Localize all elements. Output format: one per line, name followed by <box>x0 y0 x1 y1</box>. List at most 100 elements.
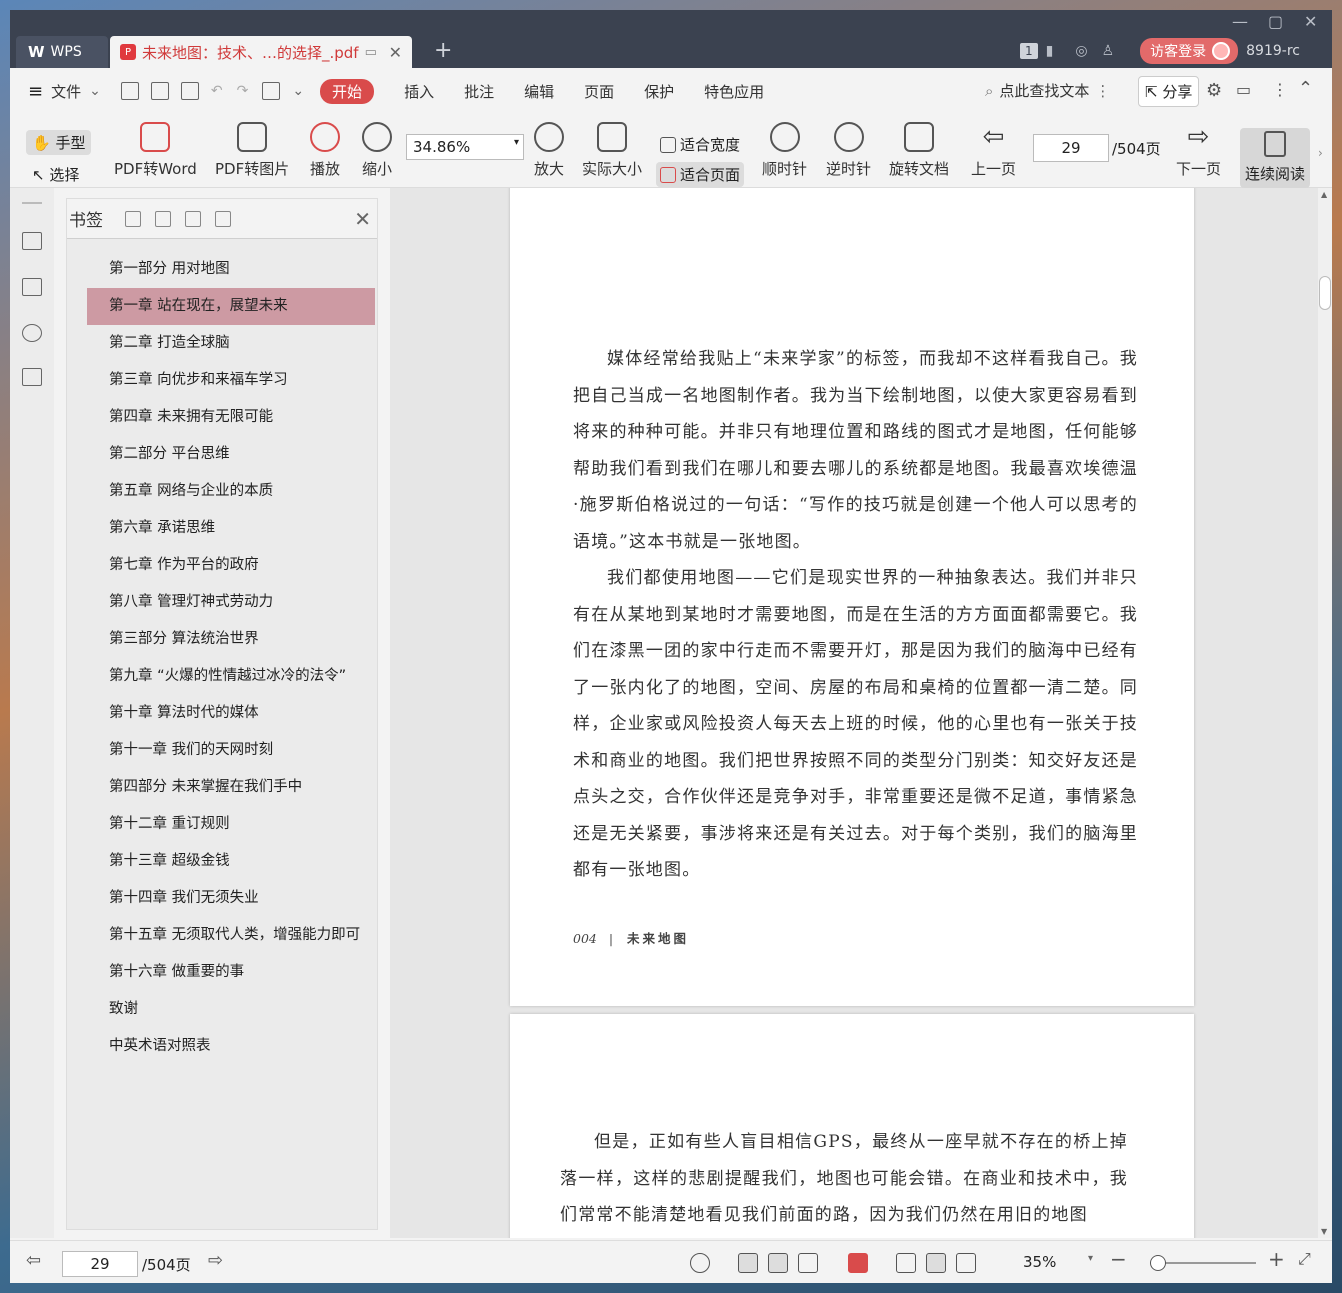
comment-icon[interactable]: ▭ <box>1236 80 1251 99</box>
status-page-input[interactable]: 29 <box>62 1251 138 1277</box>
fullscreen-icon[interactable]: ⤢ <box>1298 1249 1311 1269</box>
actual-size-icon[interactable] <box>896 1253 916 1273</box>
save-icon[interactable] <box>150 82 169 100</box>
share-button[interactable]: ⇱ 分享 <box>1138 76 1200 107</box>
export-image-icon[interactable] <box>262 82 281 100</box>
bookmark-item[interactable]: 第十二章 重订规则 <box>87 806 375 843</box>
tab-protect[interactable]: 保护 <box>644 81 674 102</box>
bookmark-item[interactable]: 第二部分 平台思维 <box>87 436 375 473</box>
bookmark-item[interactable]: 第一部分 用对地图 <box>87 251 375 288</box>
chevron-down-icon[interactable]: ▾ <box>514 137 519 148</box>
shirt-icon[interactable]: ♙ <box>1102 43 1115 59</box>
hamburger-icon[interactable]: ≡ <box>28 81 43 102</box>
tab-annotate[interactable]: 批注 <box>464 81 494 102</box>
bookmark-item[interactable]: 第一章 站在现在，展望未来 <box>87 288 375 325</box>
bookmark-item[interactable]: 第六章 承诺思维 <box>87 510 375 547</box>
guest-login-button[interactable]: 访客登录 <box>1140 38 1239 64</box>
tab-insert[interactable]: 插入 <box>404 81 434 102</box>
close-icon[interactable]: ✕ <box>354 207 371 231</box>
bookmark-list-icon[interactable] <box>22 232 42 250</box>
rotate-clockwise-button[interactable]: 顺时针 <box>762 122 807 179</box>
two-page-icon[interactable] <box>798 1253 818 1273</box>
undo-icon[interactable]: ↶ <box>211 83 223 99</box>
actual-size-button[interactable]: 实际大小 <box>582 122 642 179</box>
zoom-out-button[interactable]: 缩小 <box>362 122 392 179</box>
print-icon[interactable] <box>180 82 199 100</box>
open-folder-icon[interactable] <box>120 82 139 100</box>
next-page-button[interactable]: ⇨ 下一页 <box>1176 122 1221 179</box>
thumbnail-icon[interactable] <box>22 278 42 296</box>
zoom-in-icon[interactable]: + <box>1268 1247 1285 1271</box>
chevron-down-icon[interactable]: ⌄ <box>89 83 101 99</box>
bookmark-item[interactable]: 第十五章 无须取代人类，增强能力即可 <box>87 917 375 954</box>
sidebar-toggle-icon[interactable]: ▮ <box>1046 43 1054 59</box>
tab-page[interactable]: 页面 <box>584 81 614 102</box>
zoom-out-icon[interactable]: − <box>1110 1247 1127 1271</box>
document-tab[interactable]: P 未来地图：技术、…的选择_.pdf ▭ ✕ <box>110 36 412 68</box>
bookmark-item[interactable]: 第四部分 未来掌握在我们手中 <box>87 769 375 806</box>
more-options-icon[interactable]: ⋮ <box>1272 80 1288 99</box>
bookmark-item[interactable]: 致谢 <box>87 991 375 1028</box>
tab-special-apps[interactable]: 特色应用 <box>704 81 764 102</box>
fit-width-button[interactable]: 适合宽度 <box>656 132 744 157</box>
bookmark-item[interactable]: 中英术语对照表 <box>87 1028 375 1065</box>
bookmark-item[interactable]: 第二章 打造全球脑 <box>87 325 375 362</box>
vertical-scrollbar[interactable]: ▲ ▼ <box>1318 188 1332 1238</box>
window-count-badge[interactable]: 1 <box>1020 43 1038 59</box>
prev-page-icon[interactable]: ⇦ <box>26 1250 41 1271</box>
bookmark-item[interactable]: 第七章 作为平台的政府 <box>87 547 375 584</box>
scroll-down-icon[interactable]: ▼ <box>1321 1227 1327 1236</box>
scrollbar-thumb[interactable] <box>1319 276 1331 310</box>
rotate-document-button[interactable]: 旋转文档 <box>889 122 949 179</box>
bookmark-item[interactable]: 第三章 向优步和来福车学习 <box>87 362 375 399</box>
expand-all-icon[interactable] <box>125 210 141 227</box>
select-tool-button[interactable]: ↖ 选择 <box>32 164 79 185</box>
zoom-percent-input[interactable]: 34.86% ▾ <box>406 134 524 160</box>
continuous-reading-button[interactable]: 连续阅读 <box>1240 128 1310 188</box>
rotate-counterclockwise-button[interactable]: 逆时针 <box>826 122 871 179</box>
gear-icon[interactable]: ⚙ <box>1206 80 1222 101</box>
bookmark-item[interactable]: 第十三章 超级金钱 <box>87 843 375 880</box>
new-tab-icon[interactable]: + <box>434 38 452 63</box>
continuous-view-icon[interactable] <box>738 1253 758 1273</box>
toolbar-scroll-right-icon[interactable]: › <box>1318 146 1323 160</box>
bookmark-item[interactable]: 第五章 网络与企业的本质 <box>87 473 375 510</box>
hand-tool-button[interactable]: ✋ 手型 <box>26 130 92 155</box>
single-page-icon[interactable] <box>768 1253 788 1273</box>
next-page-icon[interactable]: ⇨ <box>208 1250 223 1271</box>
monitor-icon[interactable]: ▭ <box>365 45 377 60</box>
bookmark-item[interactable]: 第九章 “火爆的性情越过冰冷的法令” <box>87 658 375 695</box>
collapse-all-icon[interactable] <box>155 210 171 227</box>
fit-width-icon[interactable] <box>956 1253 976 1273</box>
close-window-icon[interactable]: ✕ <box>1304 12 1317 31</box>
bookmark-item[interactable]: 第八章 管理灯神式劳动力 <box>87 584 375 621</box>
tab-start[interactable]: 开始 <box>320 78 375 104</box>
play-icon[interactable] <box>848 1253 868 1273</box>
annotation-icon[interactable] <box>22 324 42 342</box>
more-chevron-icon[interactable]: ⌄ <box>292 83 304 99</box>
maximize-icon[interactable]: ▢ <box>1268 12 1283 31</box>
status-zoom-value[interactable]: 35% <box>1023 1253 1056 1271</box>
add-bookmark-icon[interactable] <box>185 210 201 227</box>
file-menu[interactable]: 文件 <box>51 81 81 102</box>
bookmark-settings-icon[interactable] <box>215 210 231 227</box>
bookmark-item[interactable]: 第十六章 做重要的事 <box>87 954 375 991</box>
minimize-icon[interactable]: — <box>1232 12 1248 31</box>
collapse-ribbon-icon[interactable]: ⌃ <box>1298 78 1313 99</box>
page-number-input[interactable]: 29 <box>1033 134 1109 162</box>
tab-edit[interactable]: 编辑 <box>524 81 554 102</box>
chevron-down-icon[interactable]: ▾ <box>1088 1253 1093 1264</box>
bookmark-item[interactable]: 第十四章 我们无须失业 <box>87 880 375 917</box>
pdf-to-image-button[interactable]: PDF转图片 <box>215 122 289 179</box>
close-tab-icon[interactable]: ✕ <box>389 43 402 62</box>
bookmark-item[interactable]: 第四章 未来拥有无限可能 <box>87 399 375 436</box>
bookmark-item[interactable]: 第十章 算法时代的媒体 <box>87 695 375 732</box>
find-text-button[interactable]: ⌕ 点此查找文本 ⋮ <box>985 80 1110 101</box>
more-vertical-icon[interactable]: ⋮ <box>1095 82 1110 100</box>
eye-protection-icon[interactable] <box>690 1253 710 1273</box>
redo-icon[interactable]: ↷ <box>237 83 249 99</box>
prev-page-button[interactable]: ⇦ 上一页 <box>971 122 1016 179</box>
wps-home-tab[interactable]: W WPS <box>16 36 108 68</box>
attachment-icon[interactable] <box>22 368 42 386</box>
zoom-slider-handle[interactable] <box>1150 1255 1166 1271</box>
